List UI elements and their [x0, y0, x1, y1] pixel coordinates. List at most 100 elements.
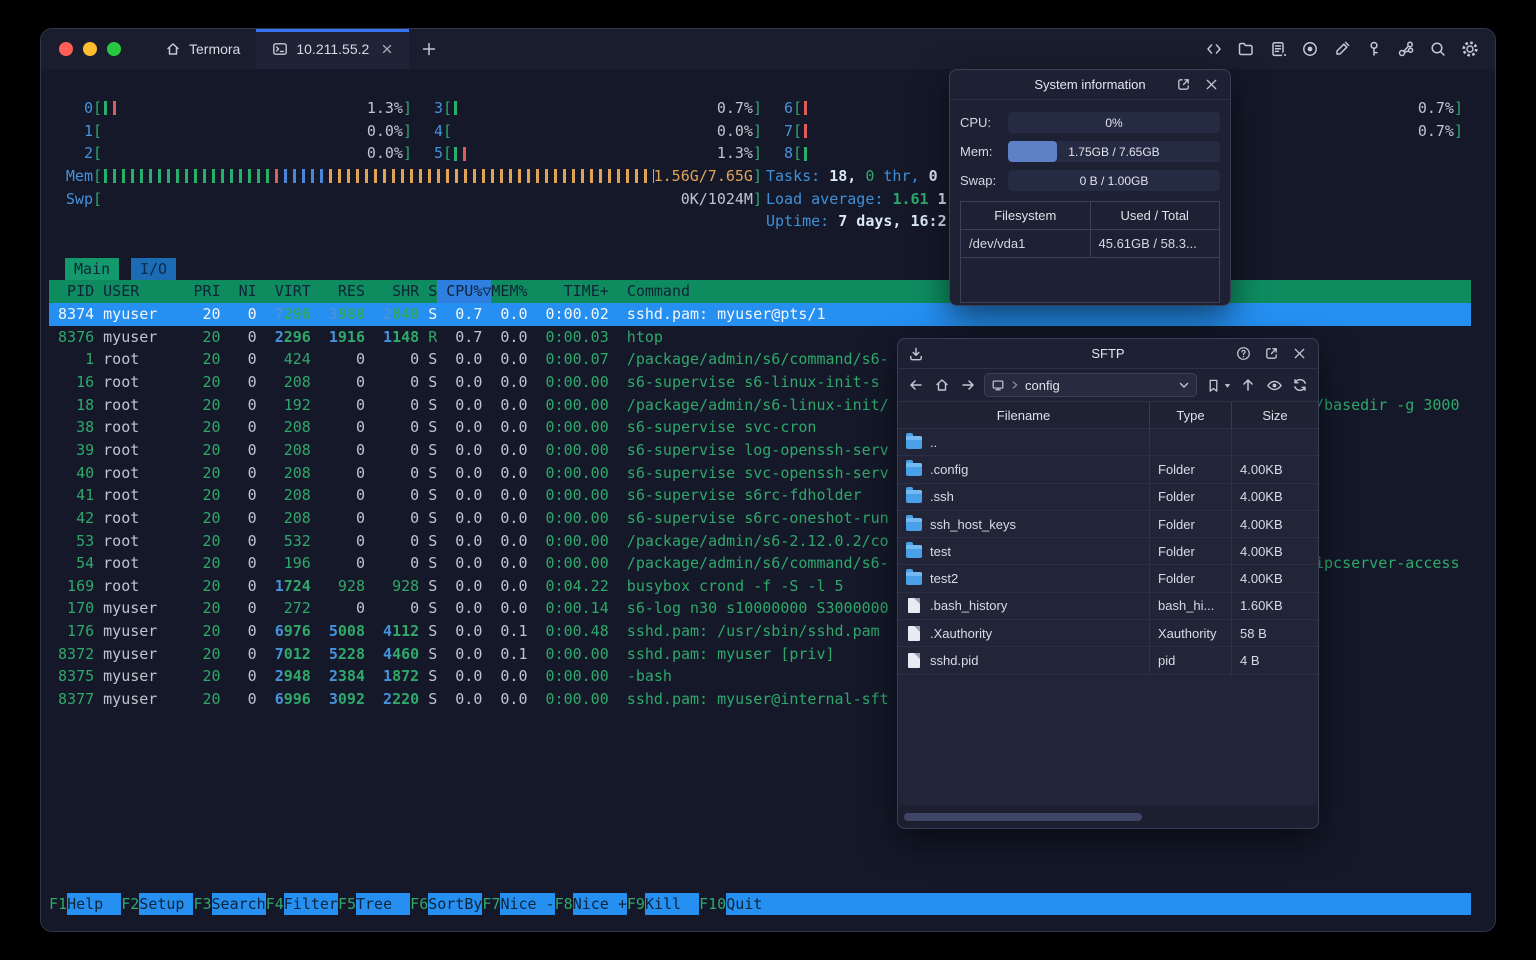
fkey-setup[interactable]: F2 Setup [121, 893, 194, 915]
uptime-line: Uptime: 7 days, 16:2 [766, 212, 947, 231]
close-tab-icon[interactable] [381, 43, 393, 55]
file-row[interactable]: ssh_host_keys Folder 4.00KB [898, 510, 1318, 539]
current-folder-label: config [1025, 377, 1060, 393]
caret-down-icon[interactable] [1223, 381, 1232, 390]
tasks-line: Tasks: 18, 0 thr, 0 [766, 166, 938, 185]
window-controls [41, 29, 137, 69]
close-window-button[interactable] [59, 42, 73, 56]
computer-icon [991, 378, 1005, 392]
cpu-meter-0: 0[1.3%] [83, 99, 412, 117]
used-total-column-header[interactable]: Used / Total [1091, 202, 1220, 229]
file-icon [908, 653, 920, 669]
horizontal-scrollbar [898, 806, 1318, 828]
folder-icon [906, 459, 922, 476]
mem-usage-value: 1.75GB / 7.65GB [1068, 144, 1160, 159]
process-table-header[interactable]: PID USER PRI NI VIRT RES SHR S CPU%▽ MEM% TIME+ Com… [49, 280, 1471, 303]
file-row[interactable]: .. [898, 429, 1318, 457]
tab-session[interactable]: 10.211.55.2 [256, 29, 410, 69]
fkey-quit[interactable]: F10 Quit [699, 893, 781, 915]
show-hidden-files-icon[interactable] [1264, 375, 1284, 395]
fkey-search[interactable]: F3 Search [193, 893, 266, 915]
settings-icon[interactable] [1461, 40, 1479, 58]
back-icon[interactable] [906, 375, 926, 395]
new-tab-button[interactable] [409, 29, 449, 69]
zoom-window-button[interactable] [107, 42, 121, 56]
close-icon[interactable] [1204, 77, 1220, 93]
system-information-panel: System information CPU: 0% Mem: 1.75GB /… [949, 69, 1231, 306]
sort-column-cpu[interactable]: CPU%▽ [437, 280, 492, 303]
htop-tab-io[interactable]: I/O [131, 258, 177, 280]
forward-icon[interactable] [958, 375, 978, 395]
cpu-usage-row: CPU: 0% [960, 108, 1220, 137]
file-icon [908, 598, 920, 614]
app-window: Termora 10.211.55.2 0[1.3%] 1[0.0%] 2 [… [40, 28, 1496, 932]
mem-usage-bar: 1.75GB / 7.65GB [1008, 141, 1220, 162]
keychain-icon[interactable] [1397, 40, 1415, 58]
bookmark-icon[interactable] [1203, 375, 1223, 395]
type-column-header[interactable]: Type [1150, 402, 1232, 428]
folder-icon [906, 569, 922, 586]
folder-icon[interactable] [1237, 40, 1255, 58]
path-breadcrumb[interactable]: config [984, 373, 1197, 397]
search-icon[interactable] [1429, 40, 1447, 58]
cpu-meter-5: 5[1.3%] [433, 144, 762, 163]
file-row[interactable]: .Xauthority Xauthority 58 B [898, 620, 1318, 648]
mem-usage-row: Mem: 1.75GB / 7.65GB [960, 137, 1220, 166]
swap-usage-row: Swap: 0 B / 1.00GB [960, 166, 1220, 195]
filesystem-column-header[interactable]: Filesystem [961, 202, 1091, 229]
fkey-nice-[interactable]: F7 Nice - [482, 893, 555, 915]
file-row[interactable]: test2 Folder 4.00KB [898, 565, 1318, 593]
minimize-window-button[interactable] [83, 42, 97, 56]
command-fragment: /basedir -g 3000 [1315, 395, 1460, 414]
sftp-table-header: Filename Type Size [898, 401, 1318, 429]
close-icon[interactable] [1292, 346, 1308, 362]
open-in-window-icon[interactable] [1264, 346, 1280, 362]
folder-icon [906, 487, 922, 504]
notes-icon[interactable] [1269, 40, 1288, 58]
file-row[interactable]: sshd.pid pid 4 B [898, 647, 1318, 675]
home-icon[interactable] [932, 375, 952, 395]
key-icon[interactable] [1365, 40, 1383, 58]
parent-directory-icon[interactable] [1238, 375, 1258, 395]
fkey-help[interactable]: F1 Help [49, 893, 122, 915]
file-row[interactable]: .config Folder 4.00KB [898, 456, 1318, 484]
titlebar-actions [1205, 29, 1495, 69]
file-icon [908, 625, 920, 641]
size-column-header[interactable]: Size [1232, 402, 1318, 428]
fkey-kill[interactable]: F9 Kill [627, 893, 700, 915]
filename-column-header[interactable]: Filename [898, 402, 1150, 428]
load-average-line: Load average: 1.61 1 [766, 189, 947, 208]
process-row[interactable]: 8374 myuser 20 0 7296 3980 2840 S 0.7 0.0 0:00.02… [49, 303, 1471, 326]
sftp-toolbar: config [898, 369, 1318, 401]
cpu-usage-value: 0% [1105, 115, 1123, 130]
downloads-icon[interactable] [908, 346, 924, 362]
filesystem-row[interactable]: /dev/vda1 45.61GB / 58.3... [961, 230, 1219, 258]
fkey-nice-[interactable]: F8 Nice + [555, 893, 627, 915]
folder-icon [906, 514, 922, 531]
refresh-icon[interactable] [1290, 375, 1310, 395]
file-row[interactable]: .bash_history bash_hi... 1.60KB [898, 592, 1318, 621]
file-row[interactable]: test Folder 4.00KB [898, 538, 1318, 566]
sftp-panel: SFTP config Filename Type Size .. .confi… [897, 338, 1319, 829]
swap-meter: Swp[0K/1024M] [65, 189, 762, 208]
record-icon[interactable] [1301, 40, 1319, 58]
help-icon[interactable] [1236, 346, 1252, 362]
notification-dot [1282, 52, 1288, 58]
fkey-filter[interactable]: F4 Filter [266, 893, 338, 915]
scrollbar-thumb[interactable] [904, 813, 1142, 821]
code-icon[interactable] [1205, 40, 1223, 58]
memory-meter: Mem[1.56G/7.65G] [65, 166, 762, 185]
file-row[interactable]: .ssh Folder 4.00KB [898, 483, 1318, 511]
fkey-sortby[interactable]: F6 SortBy [410, 893, 483, 915]
tab-home[interactable]: Termora [149, 29, 256, 69]
terminal-icon [272, 41, 288, 57]
chevron-down-icon[interactable] [1178, 379, 1190, 391]
system-information-titlebar: System information [950, 70, 1230, 100]
home-tab-label: Termora [189, 41, 241, 57]
open-in-window-icon[interactable] [1176, 77, 1192, 93]
fkey-tree[interactable]: F5 Tree [338, 893, 411, 915]
swap-usage-bar: 0 B / 1.00GB [1008, 170, 1220, 191]
bookmark-control[interactable] [1203, 375, 1232, 395]
edit-icon[interactable] [1333, 40, 1351, 58]
htop-tab-main[interactable]: Main [65, 258, 120, 280]
